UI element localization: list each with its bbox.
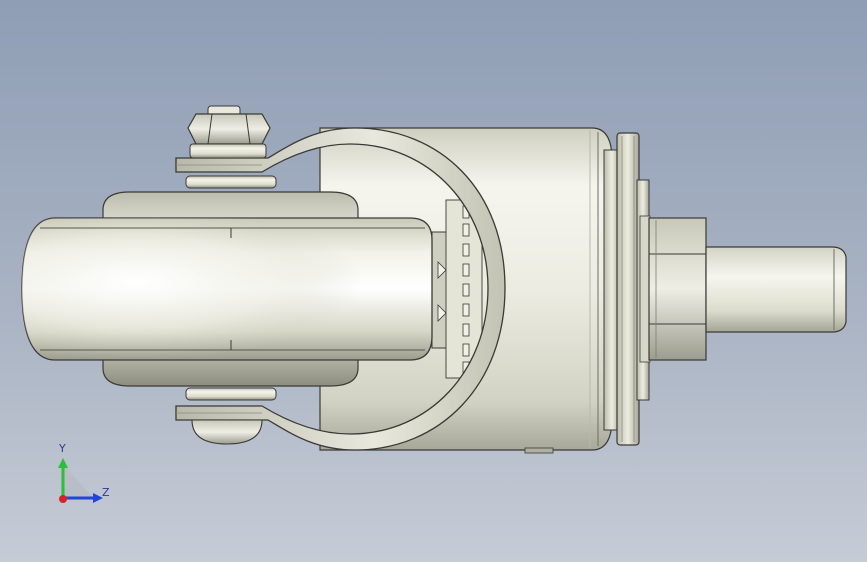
cad-viewport[interactable]: Y Z <box>0 0 867 562</box>
caster-model[interactable] <box>0 0 867 562</box>
stem-hex-nut <box>648 217 707 361</box>
y-axis-label: Y <box>59 442 66 455</box>
axle-bottom-cap <box>191 419 263 445</box>
threaded-stem <box>705 246 847 333</box>
z-axis-label: Z <box>102 486 110 499</box>
wheel-tire <box>21 217 433 361</box>
axle-top-nut <box>187 105 271 159</box>
mounting-plate <box>603 132 651 446</box>
